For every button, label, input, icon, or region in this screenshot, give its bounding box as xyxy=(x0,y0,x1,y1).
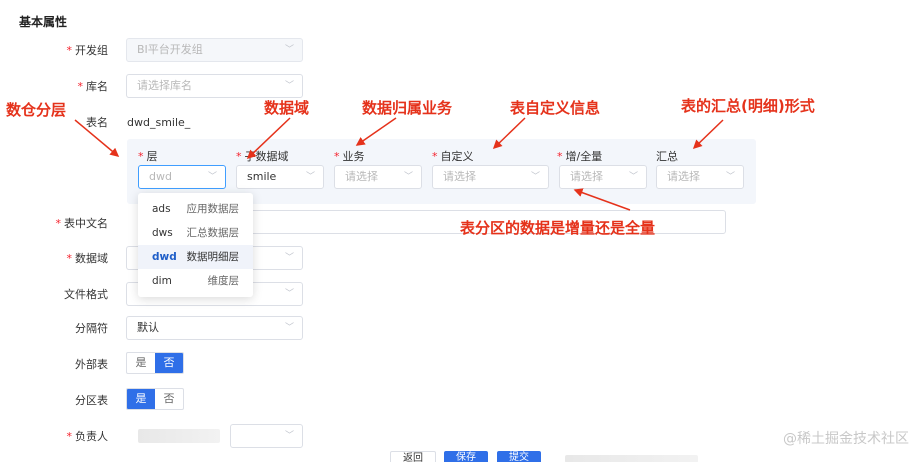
annotation-custom: 表自定义信息 xyxy=(510,99,601,117)
watermark: @稀土掘金技术社区 xyxy=(783,431,909,447)
annotation-layer: 数仓分层 xyxy=(6,101,67,119)
save-button[interactable]: 保存 xyxy=(444,451,488,462)
arrow-custom xyxy=(492,117,526,150)
arrow-business xyxy=(355,117,397,146)
arrow-incr-full xyxy=(573,188,631,211)
submit-button[interactable]: 提交 xyxy=(497,451,541,462)
arrow-sub-domain xyxy=(246,117,291,160)
annotation-sub-domain: 数据域 xyxy=(264,99,310,117)
annotation-business: 数据归属业务 xyxy=(362,99,453,117)
annotation-summary: 表的汇总(明细)形式 xyxy=(681,97,815,115)
back-button[interactable]: 返回 xyxy=(390,451,436,462)
footer-redacted xyxy=(565,455,698,462)
arrow-summary xyxy=(692,119,724,150)
arrow-layer xyxy=(74,119,120,157)
annotation-incr-full: 表分区的数据是增量还是全量 xyxy=(460,219,656,237)
